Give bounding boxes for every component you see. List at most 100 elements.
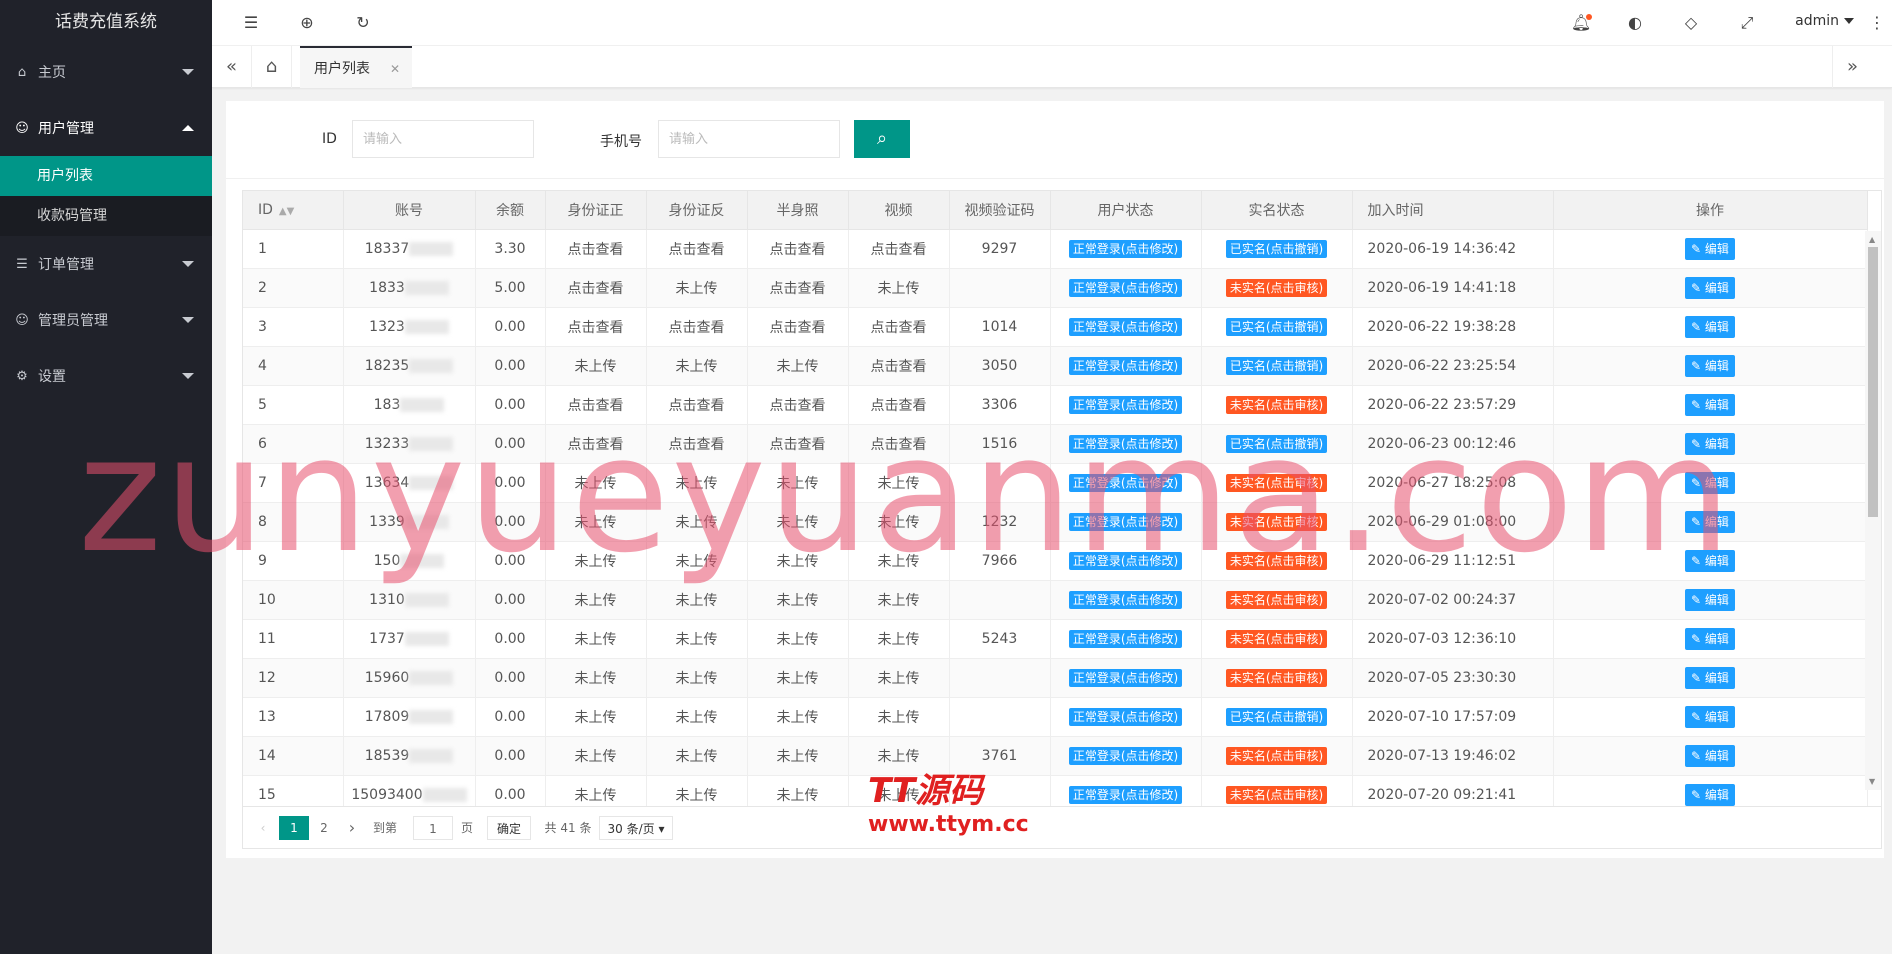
scroll-up-icon[interactable]: ▲ bbox=[1869, 235, 1875, 244]
sidebar-item[interactable]: ☰ 订单管理 bbox=[0, 236, 212, 292]
table-cell: 2020-07-03 12:36:10 bbox=[1352, 619, 1554, 659]
action-cell: ✎ 编辑 bbox=[1553, 736, 1868, 776]
realname-status-badge[interactable]: 已实名(点击撤销) bbox=[1225, 356, 1328, 375]
list-icon: ☰ bbox=[16, 256, 28, 272]
view-link[interactable]: 点击查看 bbox=[545, 268, 647, 308]
scrollbar-thumb[interactable] bbox=[1868, 247, 1878, 517]
realname-status-badge[interactable]: 已实名(点击撤销) bbox=[1225, 707, 1328, 726]
edit-icon: ✎ bbox=[1691, 241, 1705, 256]
refresh-icon[interactable]: ↻ bbox=[352, 12, 374, 34]
goto-page-input[interactable]: 1 bbox=[413, 816, 453, 840]
view-link[interactable]: 点击查看 bbox=[747, 307, 849, 347]
realname-status-badge[interactable]: 未实名(点击审核) bbox=[1225, 629, 1328, 648]
page-2[interactable]: 2 bbox=[309, 816, 339, 840]
per-page-select[interactable]: 30 条/页 ▾ bbox=[599, 816, 673, 840]
user-status-badge[interactable]: 正常登录(点击修改) bbox=[1068, 239, 1183, 258]
id-input[interactable] bbox=[352, 120, 534, 158]
redacted-block bbox=[404, 319, 449, 334]
gear-icon: ⚙ bbox=[16, 368, 28, 384]
fullscreen-icon[interactable]: ⤢ bbox=[1736, 12, 1758, 34]
table-cell: 0.00 bbox=[475, 736, 546, 776]
realname-status-badge[interactable]: 未实名(点击审核) bbox=[1225, 668, 1328, 687]
view-link[interactable]: 点击查看 bbox=[545, 229, 647, 269]
edit-button[interactable]: ✎ 编辑 bbox=[1685, 276, 1735, 299]
sidebar-item[interactable]: ⌂ 主页 bbox=[0, 44, 212, 100]
edit-button[interactable]: ✎ 编辑 bbox=[1685, 354, 1735, 377]
goto-confirm-button[interactable]: 确定 bbox=[487, 816, 531, 840]
home-tab-icon[interactable]: ⌂ bbox=[252, 46, 292, 88]
realname-status-badge[interactable]: 未实名(点击审核) bbox=[1225, 746, 1328, 765]
column-header: 身份证正 bbox=[545, 191, 647, 230]
table-cell: 2 bbox=[243, 268, 344, 308]
phone-input[interactable] bbox=[658, 120, 840, 158]
edit-button[interactable]: ✎ 编辑 bbox=[1685, 315, 1735, 338]
user-status-badge[interactable]: 正常登录(点击修改) bbox=[1068, 629, 1183, 648]
column-header[interactable]: ID ▲▼ bbox=[243, 191, 344, 230]
goto-label: 到第 bbox=[372, 821, 397, 835]
menu-fold-icon[interactable]: ☰ bbox=[240, 12, 262, 34]
scroll-down-icon[interactable]: ▼ bbox=[1869, 777, 1875, 786]
submenu-item[interactable]: 收款码管理 bbox=[0, 196, 212, 236]
search-button[interactable]: ⌕ bbox=[854, 120, 910, 158]
view-link[interactable]: 点击查看 bbox=[848, 346, 950, 386]
edit-button[interactable]: ✎ 编辑 bbox=[1685, 783, 1735, 806]
next-page-icon[interactable]: › bbox=[339, 816, 365, 840]
column-header-label: 用户状态 bbox=[1097, 202, 1154, 219]
column-header-label: 视频 bbox=[884, 202, 913, 219]
view-link[interactable]: 点击查看 bbox=[545, 307, 647, 347]
view-link[interactable]: 点击查看 bbox=[646, 307, 748, 347]
user-status-badge[interactable]: 正常登录(点击修改) bbox=[1068, 317, 1183, 336]
tab-user-list[interactable]: 用户列表 ✕ bbox=[300, 46, 412, 88]
sidebar-item[interactable]: ☺ 用户管理 bbox=[0, 100, 212, 156]
tag-icon[interactable]: ◇ bbox=[1680, 12, 1702, 34]
edit-button[interactable]: ✎ 编辑 bbox=[1685, 237, 1735, 260]
tabs-scroll-right-icon[interactable]: » bbox=[1832, 46, 1872, 88]
view-link[interactable]: 点击查看 bbox=[747, 268, 849, 308]
view-link[interactable]: 点击查看 bbox=[747, 229, 849, 269]
realname-status-badge[interactable]: 未实名(点击审核) bbox=[1225, 590, 1328, 609]
table-cell: 3 bbox=[243, 307, 344, 347]
table-cell: 未上传 bbox=[747, 346, 849, 386]
user-status-badge[interactable]: 正常登录(点击修改) bbox=[1068, 278, 1183, 297]
prev-page-icon[interactable]: ‹ bbox=[255, 816, 271, 840]
sidebar-item[interactable]: ⚙ 设置 bbox=[0, 348, 212, 404]
vertical-scrollbar[interactable]: ▲ ▼ bbox=[1865, 231, 1881, 790]
user-status-badge[interactable]: 正常登录(点击修改) bbox=[1068, 785, 1183, 804]
table-cell: 未上传 bbox=[646, 346, 748, 386]
view-link[interactable]: 点击查看 bbox=[848, 307, 950, 347]
admin-name: admin bbox=[1795, 13, 1839, 29]
sort-icon[interactable]: ▲▼ bbox=[279, 206, 294, 217]
globe-icon[interactable]: ⊕ bbox=[296, 12, 318, 34]
realname-status-badge[interactable]: 未实名(点击审核) bbox=[1225, 278, 1328, 297]
close-icon[interactable]: ✕ bbox=[390, 48, 400, 90]
more-icon[interactable]: ⋮ bbox=[1866, 12, 1888, 34]
user-status-badge[interactable]: 正常登录(点击修改) bbox=[1068, 746, 1183, 765]
edit-button[interactable]: ✎ 编辑 bbox=[1685, 627, 1735, 650]
realname-status-badge[interactable]: 未实名(点击审核) bbox=[1225, 785, 1328, 804]
realname-status-badge[interactable]: 已实名(点击撤销) bbox=[1225, 317, 1328, 336]
sidebar-item[interactable]: ☺ 管理员管理 bbox=[0, 292, 212, 348]
user-status-badge[interactable]: 正常登录(点击修改) bbox=[1068, 590, 1183, 609]
user-status-badge[interactable]: 正常登录(点击修改) bbox=[1068, 356, 1183, 375]
table-cell: 正常登录(点击修改) bbox=[1050, 736, 1202, 776]
edit-button[interactable]: ✎ 编辑 bbox=[1685, 705, 1735, 728]
admin-menu[interactable]: admin bbox=[1795, 13, 1854, 29]
table-cell: 1833 bbox=[343, 268, 476, 308]
view-link[interactable]: 点击查看 bbox=[848, 229, 950, 269]
page-1[interactable]: 1 bbox=[279, 816, 309, 840]
user-status-badge[interactable]: 正常登录(点击修改) bbox=[1068, 707, 1183, 726]
edit-label: 编辑 bbox=[1704, 631, 1729, 646]
edit-button[interactable]: ✎ 编辑 bbox=[1685, 744, 1735, 767]
user-status-badge[interactable]: 正常登录(点击修改) bbox=[1068, 668, 1183, 687]
sidebar-nav: ⌂ 主页 ☺ 用户管理 用户列表 收款码管理 ☰ 订单管理 ☺ 管理员管理 ⚙ 设置 bbox=[0, 44, 212, 404]
submenu-item[interactable]: 用户列表 bbox=[0, 156, 212, 196]
table-cell bbox=[949, 268, 1051, 308]
edit-button[interactable]: ✎ 编辑 bbox=[1685, 588, 1735, 611]
theme-icon[interactable]: ◐ bbox=[1624, 12, 1646, 34]
view-link[interactable]: 点击查看 bbox=[646, 229, 748, 269]
edit-button[interactable]: ✎ 编辑 bbox=[1685, 666, 1735, 689]
bell-icon[interactable]: 🔔︎ bbox=[1570, 12, 1592, 34]
tabs-scroll-left-icon[interactable]: « bbox=[212, 46, 252, 88]
table-cell: 未上传 bbox=[646, 619, 748, 659]
realname-status-badge[interactable]: 已实名(点击撤销) bbox=[1225, 239, 1328, 258]
